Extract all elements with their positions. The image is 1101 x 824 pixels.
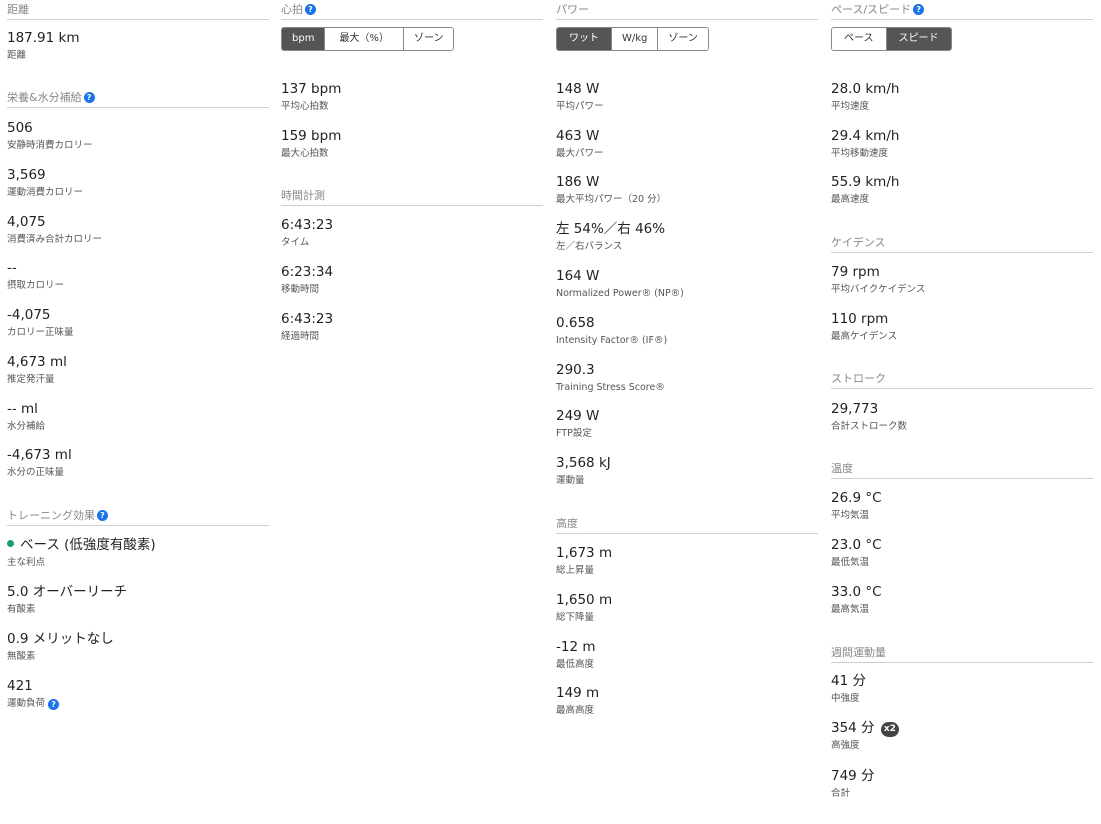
stat-elapsed-time: 6:43:23 経過時間 xyxy=(281,311,334,342)
hr-bpm-button[interactable]: bpm xyxy=(282,28,325,50)
power-wkg-button[interactable]: W/kg xyxy=(611,28,658,50)
section-title-weekly-intensity: 週間運動量 xyxy=(831,646,1093,663)
stat-avg-power: 148 W 平均パワー xyxy=(556,81,604,112)
stat-max-power: 463 W 最大パワー xyxy=(556,128,604,159)
stat-net-fluid: -4,673 ml 水分の正味量 xyxy=(7,447,72,478)
stat-sweat-loss: 4,673 ml 推定発汗量 xyxy=(7,354,67,385)
stat-max-elevation: 149 m 最高高度 xyxy=(556,685,600,716)
stat-max-hr: 159 bpm 最大心拍数 xyxy=(281,128,342,159)
stat-ftp: 249 W FTP設定 xyxy=(556,408,600,439)
stat-distance: 187.91 km 距離 xyxy=(7,30,80,61)
stat-anaerobic: 0.9 メリットなし 無酸素 xyxy=(7,631,114,662)
stat-primary-benefit: ベース (低強度有酸素) 主な利点 xyxy=(7,537,156,568)
section-title-pace-speed: ペース/スピード? xyxy=(831,3,1093,20)
stat-total-minutes: 749 分合計 xyxy=(831,768,875,799)
stat-min-temp: 23.0 °C 最低気温 xyxy=(831,537,882,568)
stat-calories-intake: -- 摂取カロリー xyxy=(7,260,65,291)
section-title-nutrition: 栄養&水分補給? xyxy=(7,91,269,108)
stat-avg-moving-speed: 29.4 km/h 平均移動速度 xyxy=(831,128,900,159)
power-zone-button[interactable]: ゾーン xyxy=(657,28,708,50)
hr-unit-toggle: bpm 最大（%） ゾーン xyxy=(281,27,455,51)
stat-total-strokes: 29,773 合計ストローク数 xyxy=(831,401,908,432)
stat-avg-temp: 26.9 °C 平均気温 xyxy=(831,490,882,521)
stat-max-speed: 55.9 km/h 最高速度 xyxy=(831,174,900,205)
section-title-power: パワー xyxy=(556,3,818,20)
power-watt-button[interactable]: ワット xyxy=(557,28,611,50)
section-title-elevation: 高度 xyxy=(556,517,818,534)
stat-total-ascent: 1,673 m 総上昇量 xyxy=(556,545,613,576)
stat-max-avg-power-20: 186 W 最大平均パワー（20 分） xyxy=(556,174,667,205)
power-unit-toggle: ワット W/kg ゾーン xyxy=(556,27,709,51)
stat-fluid-intake: -- ml 水分補給 xyxy=(7,401,46,432)
stat-avg-cadence: 79 rpm 平均バイクケイデンス xyxy=(831,264,926,295)
stat-active-calories: 3,569 運動消費カロリー xyxy=(7,167,84,198)
stat-min-elevation: -12 m 最低高度 xyxy=(556,639,596,670)
stat-tss: 290.3 Training Stress Score® xyxy=(556,362,665,393)
help-icon[interactable]: ? xyxy=(97,510,108,521)
stat-moderate-minutes: 41 分中強度 xyxy=(831,673,866,704)
stat-intensity-factor: 0.658 Intensity Factor® (IF®) xyxy=(556,315,668,346)
stat-vigorous-minutes: 354 分 x2 高強度 xyxy=(831,719,899,753)
help-icon[interactable]: ? xyxy=(305,4,316,15)
multiplier-badge: x2 xyxy=(880,722,899,737)
section-title-strokes: ストローク xyxy=(831,372,1093,389)
stat-max-cadence: 110 rpm 最高ケイデンス xyxy=(831,311,898,342)
help-icon[interactable]: ? xyxy=(48,699,60,710)
section-title-distance: 距離 xyxy=(7,3,269,20)
stat-total-descent: 1,650 m 総下降量 xyxy=(556,592,613,623)
stat-max-temp: 33.0 °C 最高気温 xyxy=(831,584,882,615)
speed-button[interactable]: スピード xyxy=(885,28,951,50)
help-icon[interactable]: ? xyxy=(913,4,925,15)
section-title-timing: 時間計測 xyxy=(281,189,543,206)
stat-total-calories: 4,075 消費済み合計カロリー xyxy=(7,214,103,245)
section-title-cadence: ケイデンス xyxy=(831,236,1093,253)
stat-training-load: 421 運動負荷? xyxy=(7,677,60,711)
stat-resting-calories: 506 安静時消費カロリー xyxy=(7,120,93,151)
stat-work: 3,568 kJ 運動量 xyxy=(556,455,611,486)
hr-zone-button[interactable]: ゾーン xyxy=(402,28,454,50)
stat-avg-speed: 28.0 km/h 平均速度 xyxy=(831,81,900,112)
stat-aerobic: 5.0 オーバーリーチ 有酸素 xyxy=(7,584,128,615)
benefit-dot-icon xyxy=(7,540,14,547)
stat-lr-balance: 左 54%／右 46% 左／右バランス xyxy=(556,221,666,252)
pace-speed-toggle: ペース スピード xyxy=(831,27,952,51)
stat-time: 6:43:23 タイム xyxy=(281,217,334,248)
help-icon[interactable]: ? xyxy=(83,92,95,103)
stat-avg-hr: 137 bpm 平均心拍数 xyxy=(281,81,342,112)
stat-moving-time: 6:23:34 移動時間 xyxy=(281,264,334,295)
stat-normalized-power: 164 W Normalized Power® (NP®) xyxy=(556,268,684,299)
section-title-temperature: 温度 xyxy=(831,462,1093,479)
hr-max-percent-button[interactable]: 最大（%） xyxy=(324,28,403,50)
section-title-heart-rate: 心拍? xyxy=(281,3,543,20)
pace-button[interactable]: ペース xyxy=(832,28,886,50)
stat-net-calories: -4,075 カロリー正味量 xyxy=(7,307,74,338)
section-title-training-effect: トレーニング効果? xyxy=(7,509,269,526)
